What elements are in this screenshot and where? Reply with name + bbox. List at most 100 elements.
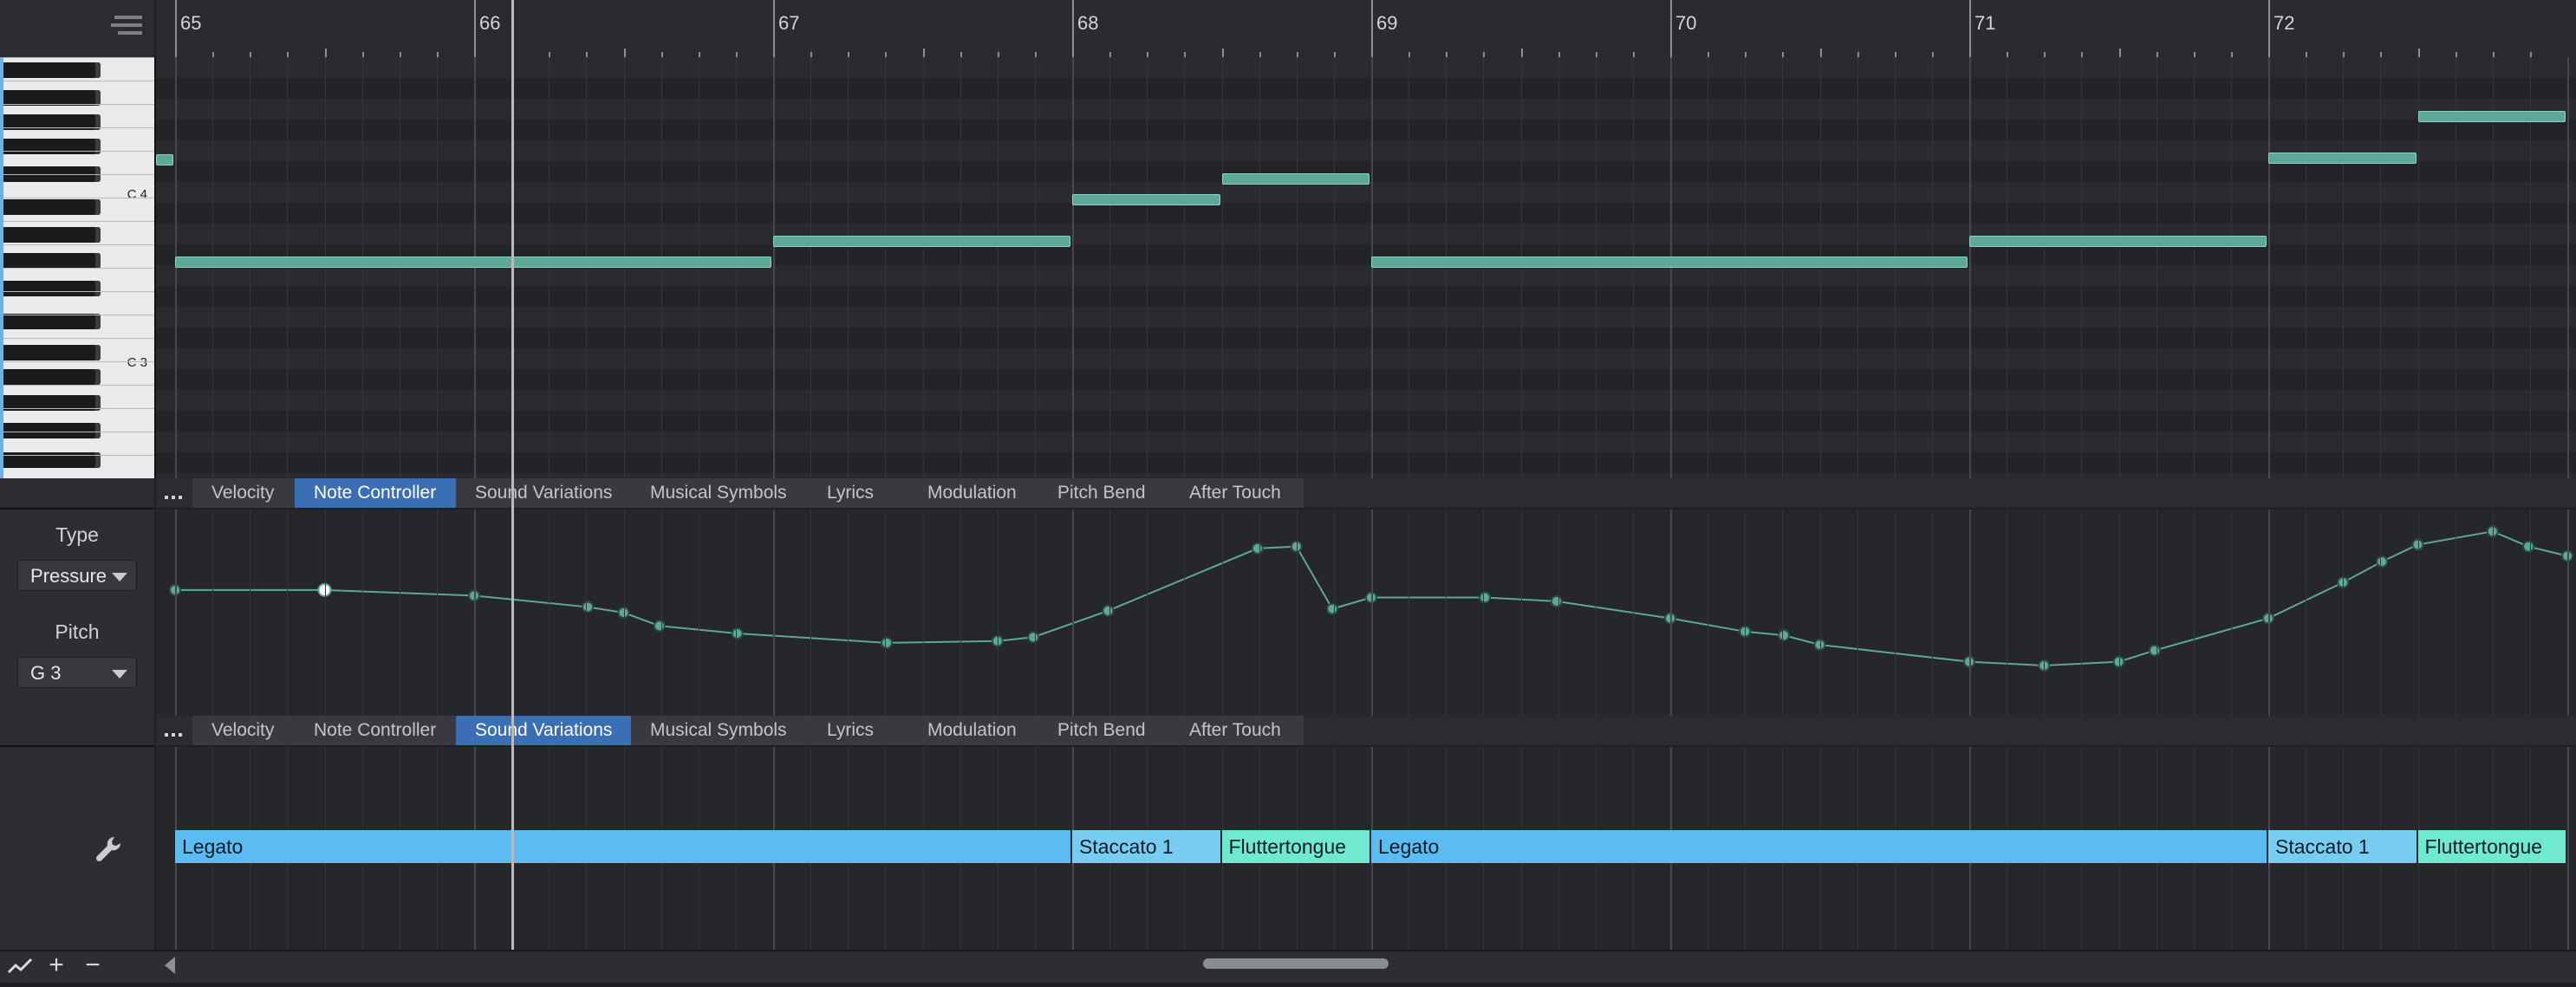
tab-lyrics[interactable]: Lyrics: [808, 716, 910, 745]
black-key[interactable]: [0, 314, 101, 329]
timeline-ruler[interactable]: 65 66 67 68 69 70 71 72: [156, 0, 2576, 59]
pitch-lane: [156, 452, 2576, 473]
black-key[interactable]: [0, 281, 101, 296]
remove-lane-button[interactable]: −: [78, 951, 107, 981]
beat-line: [1446, 510, 1447, 716]
controller-point[interactable]: [1778, 629, 1791, 642]
tab-modulation[interactable]: Modulation: [908, 478, 1040, 508]
black-key[interactable]: [0, 62, 101, 78]
tab-musical-symbols[interactable]: Musical Symbols: [631, 716, 810, 745]
black-key[interactable]: [0, 369, 101, 385]
sound-variation-block[interactable]: Fluttertongue: [2417, 830, 2567, 863]
tab-note-controller[interactable]: Note Controller: [295, 716, 458, 745]
beat-line: [660, 57, 662, 478]
midi-note[interactable]: [1072, 194, 1220, 205]
controller-point[interactable]: [2376, 555, 2389, 568]
tab-pitch-bend[interactable]: Pitch Bend: [1038, 478, 1172, 508]
beat-line: [586, 57, 588, 478]
note-grid[interactable]: [156, 57, 2576, 478]
controller-point[interactable]: [731, 627, 744, 640]
bar-line: [1371, 57, 1373, 478]
beat-line: [2044, 510, 2046, 716]
black-key[interactable]: [0, 423, 101, 438]
more-options-button[interactable]: [163, 716, 184, 745]
sound-variation-block[interactable]: Staccato 1: [1072, 830, 1222, 863]
ruler-bar-line: [1670, 0, 1672, 57]
controller-curve[interactable]: [156, 510, 2576, 716]
controller-point[interactable]: [582, 601, 595, 614]
midi-note[interactable]: [175, 256, 771, 268]
white-key-divider: [0, 57, 154, 58]
beat-line: [848, 510, 849, 716]
horizontal-scrollbar-thumb[interactable]: [1203, 958, 1389, 969]
tab-pitch-bend[interactable]: Pitch Bend: [1038, 716, 1172, 745]
ruler-subtick: [2118, 49, 2121, 57]
automation-line-icon[interactable]: [5, 951, 35, 981]
tab-sound-variations[interactable]: Sound Variations: [456, 478, 633, 508]
white-key-divider: [0, 408, 154, 409]
beat-line: [2417, 510, 2419, 716]
white-key-divider: [0, 151, 154, 152]
tab-note-controller[interactable]: Note Controller: [295, 478, 458, 508]
add-lane-button[interactable]: +: [42, 951, 71, 981]
beat-line: [2343, 57, 2345, 478]
controller-point[interactable]: [1102, 604, 1115, 617]
controller-point[interactable]: [1550, 594, 1563, 607]
controller-point[interactable]: [2148, 644, 2161, 657]
list-menu-icon[interactable]: [111, 14, 146, 40]
midi-note[interactable]: [2268, 153, 2417, 164]
scroll-left-arrow-icon[interactable]: [165, 957, 175, 974]
black-key[interactable]: [0, 253, 101, 269]
bar-line: [175, 57, 177, 478]
tab-musical-symbols[interactable]: Musical Symbols: [631, 478, 810, 508]
controller-point[interactable]: [1027, 631, 1040, 644]
note-controller-lane[interactable]: [156, 510, 2576, 716]
midi-note[interactable]: [1221, 173, 1369, 185]
controller-point[interactable]: [1326, 602, 1339, 615]
midi-note[interactable]: [1371, 256, 1968, 268]
sound-variation-block[interactable]: Fluttertongue: [1221, 830, 1371, 863]
pitch-lane: [156, 99, 2576, 120]
black-key[interactable]: [0, 345, 101, 360]
bar-line: [2268, 510, 2270, 716]
bar-line: [1670, 57, 1672, 478]
sound-variation-block[interactable]: Legato: [175, 830, 1072, 863]
wrench-icon[interactable]: [92, 832, 127, 867]
pitch-lane: [156, 348, 2576, 369]
sound-variation-block[interactable]: Legato: [1371, 830, 2268, 863]
tab-velocity[interactable]: Velocity: [192, 716, 296, 745]
black-key[interactable]: [0, 227, 101, 243]
beat-line: [735, 57, 737, 478]
controller-point[interactable]: [1251, 542, 1264, 555]
piano-keyboard[interactable]: C 4 C 3: [0, 57, 156, 478]
beat-line: [922, 510, 924, 716]
pitch-dropdown[interactable]: G 3: [17, 657, 137, 688]
sound-variations-lane[interactable]: Legato Staccato 1 Fluttertongue Legato Stacc…: [156, 747, 2576, 950]
black-key[interactable]: [0, 199, 101, 215]
beat-line: [549, 57, 550, 478]
midi-note[interactable]: [1969, 236, 2267, 247]
sound-variation-block[interactable]: Staccato 1: [2268, 830, 2418, 863]
controller-point[interactable]: [881, 636, 894, 649]
controller-point[interactable]: [653, 620, 666, 633]
white-key-divider: [0, 455, 154, 456]
beat-line: [735, 510, 737, 716]
midi-note[interactable]: [2417, 111, 2566, 122]
white-key-divider: [0, 268, 154, 269]
playhead-cursor[interactable]: [511, 0, 514, 950]
controller-point[interactable]: [1479, 591, 1492, 604]
type-dropdown[interactable]: Pressure: [17, 560, 137, 591]
midi-note[interactable]: [156, 154, 173, 166]
pitch-lane: [156, 203, 2576, 224]
black-key[interactable]: [0, 139, 101, 154]
tab-modulation[interactable]: Modulation: [908, 716, 1040, 745]
bar-line: [773, 57, 775, 478]
more-options-button[interactable]: [163, 478, 184, 508]
midi-note[interactable]: [773, 236, 1070, 247]
tab-after-touch[interactable]: After Touch: [1170, 716, 1305, 745]
tab-velocity[interactable]: Velocity: [192, 478, 296, 508]
tab-sound-variations[interactable]: Sound Variations: [456, 716, 633, 745]
tab-after-touch[interactable]: After Touch: [1170, 478, 1305, 508]
controller-point[interactable]: [2522, 540, 2535, 553]
tab-lyrics[interactable]: Lyrics: [808, 478, 910, 508]
